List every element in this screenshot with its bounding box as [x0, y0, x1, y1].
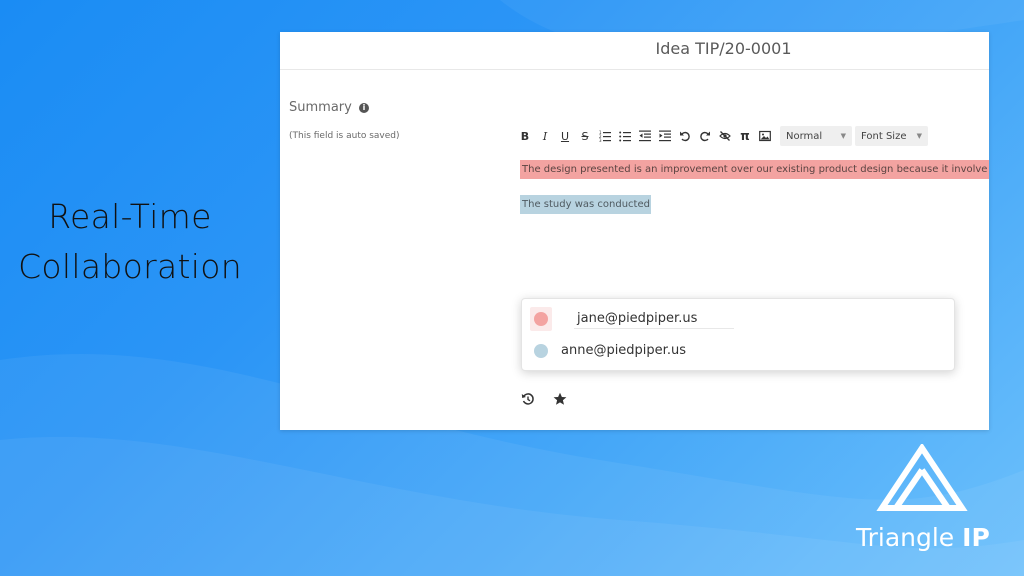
- info-icon[interactable]: i: [358, 103, 369, 113]
- collaborator-color-dot: [534, 312, 548, 326]
- text-format-select[interactable]: Normal ▼: [780, 126, 852, 146]
- star-icon[interactable]: [550, 389, 570, 409]
- ordered-list-icon[interactable]: 123: [597, 127, 613, 145]
- editor-footer-actions: [518, 389, 582, 409]
- font-size-value: Font Size: [861, 130, 907, 142]
- editor-line-anne[interactable]: The study was conducted: [520, 195, 651, 214]
- editor-line-jane[interactable]: The design presented is an improvement o…: [520, 160, 989, 179]
- chevron-down-icon: ▼: [916, 132, 922, 140]
- formula-button[interactable]: π: [737, 127, 753, 145]
- svg-text:3: 3: [599, 138, 602, 142]
- idea-title: Idea TIP/20-0001: [280, 32, 989, 70]
- bullet-list-icon[interactable]: [617, 127, 633, 145]
- collaborator-email: anne@piedpiper.us: [561, 343, 686, 358]
- eye-slash-icon[interactable]: [717, 127, 733, 145]
- collaborator-color-dot: [534, 344, 548, 358]
- collaborator-email: jane@piedpiper.us: [577, 311, 698, 326]
- text-format-value: Normal: [786, 130, 823, 142]
- redo-icon[interactable]: [697, 127, 713, 145]
- headline-line-1: Real-Time: [48, 197, 212, 236]
- summary-field-label: Summary i: [289, 100, 369, 115]
- summary-label-text: Summary: [289, 100, 352, 115]
- brand-name: Triangle: [856, 523, 963, 552]
- image-icon[interactable]: [757, 127, 773, 145]
- chevron-down-icon: ▼: [840, 132, 846, 140]
- history-icon[interactable]: [518, 389, 538, 409]
- headline-line-2: Collaboration: [18, 247, 242, 286]
- italic-button[interactable]: I: [537, 127, 553, 145]
- undo-icon[interactable]: [677, 127, 693, 145]
- brand-wordmark: Triangle IP: [856, 523, 990, 552]
- collaborator-row: jane@piedpiper.us: [522, 299, 956, 331]
- brand-ip: IP: [962, 523, 990, 552]
- collaborator-row: anne@piedpiper.us: [522, 335, 956, 367]
- slide-headline: Real-Time Collaboration: [0, 192, 260, 292]
- indent-icon[interactable]: [657, 127, 673, 145]
- autosave-note: (This field is auto saved): [289, 131, 400, 141]
- idea-card: Idea TIP/20-0001 Summary i (This field i…: [280, 32, 989, 430]
- active-collaborators-popup: jane@piedpiper.us anne@piedpiper.us: [521, 298, 955, 371]
- divider: [574, 328, 734, 329]
- outdent-icon[interactable]: [637, 127, 653, 145]
- bold-button[interactable]: B: [517, 127, 533, 145]
- strikethrough-button[interactable]: S: [577, 127, 593, 145]
- underline-button[interactable]: U: [557, 127, 573, 145]
- font-size-select[interactable]: Font Size ▼: [855, 126, 928, 146]
- editor-toolbar: B I U S 123 π Normal ▼ Font Size ▼: [517, 125, 928, 147]
